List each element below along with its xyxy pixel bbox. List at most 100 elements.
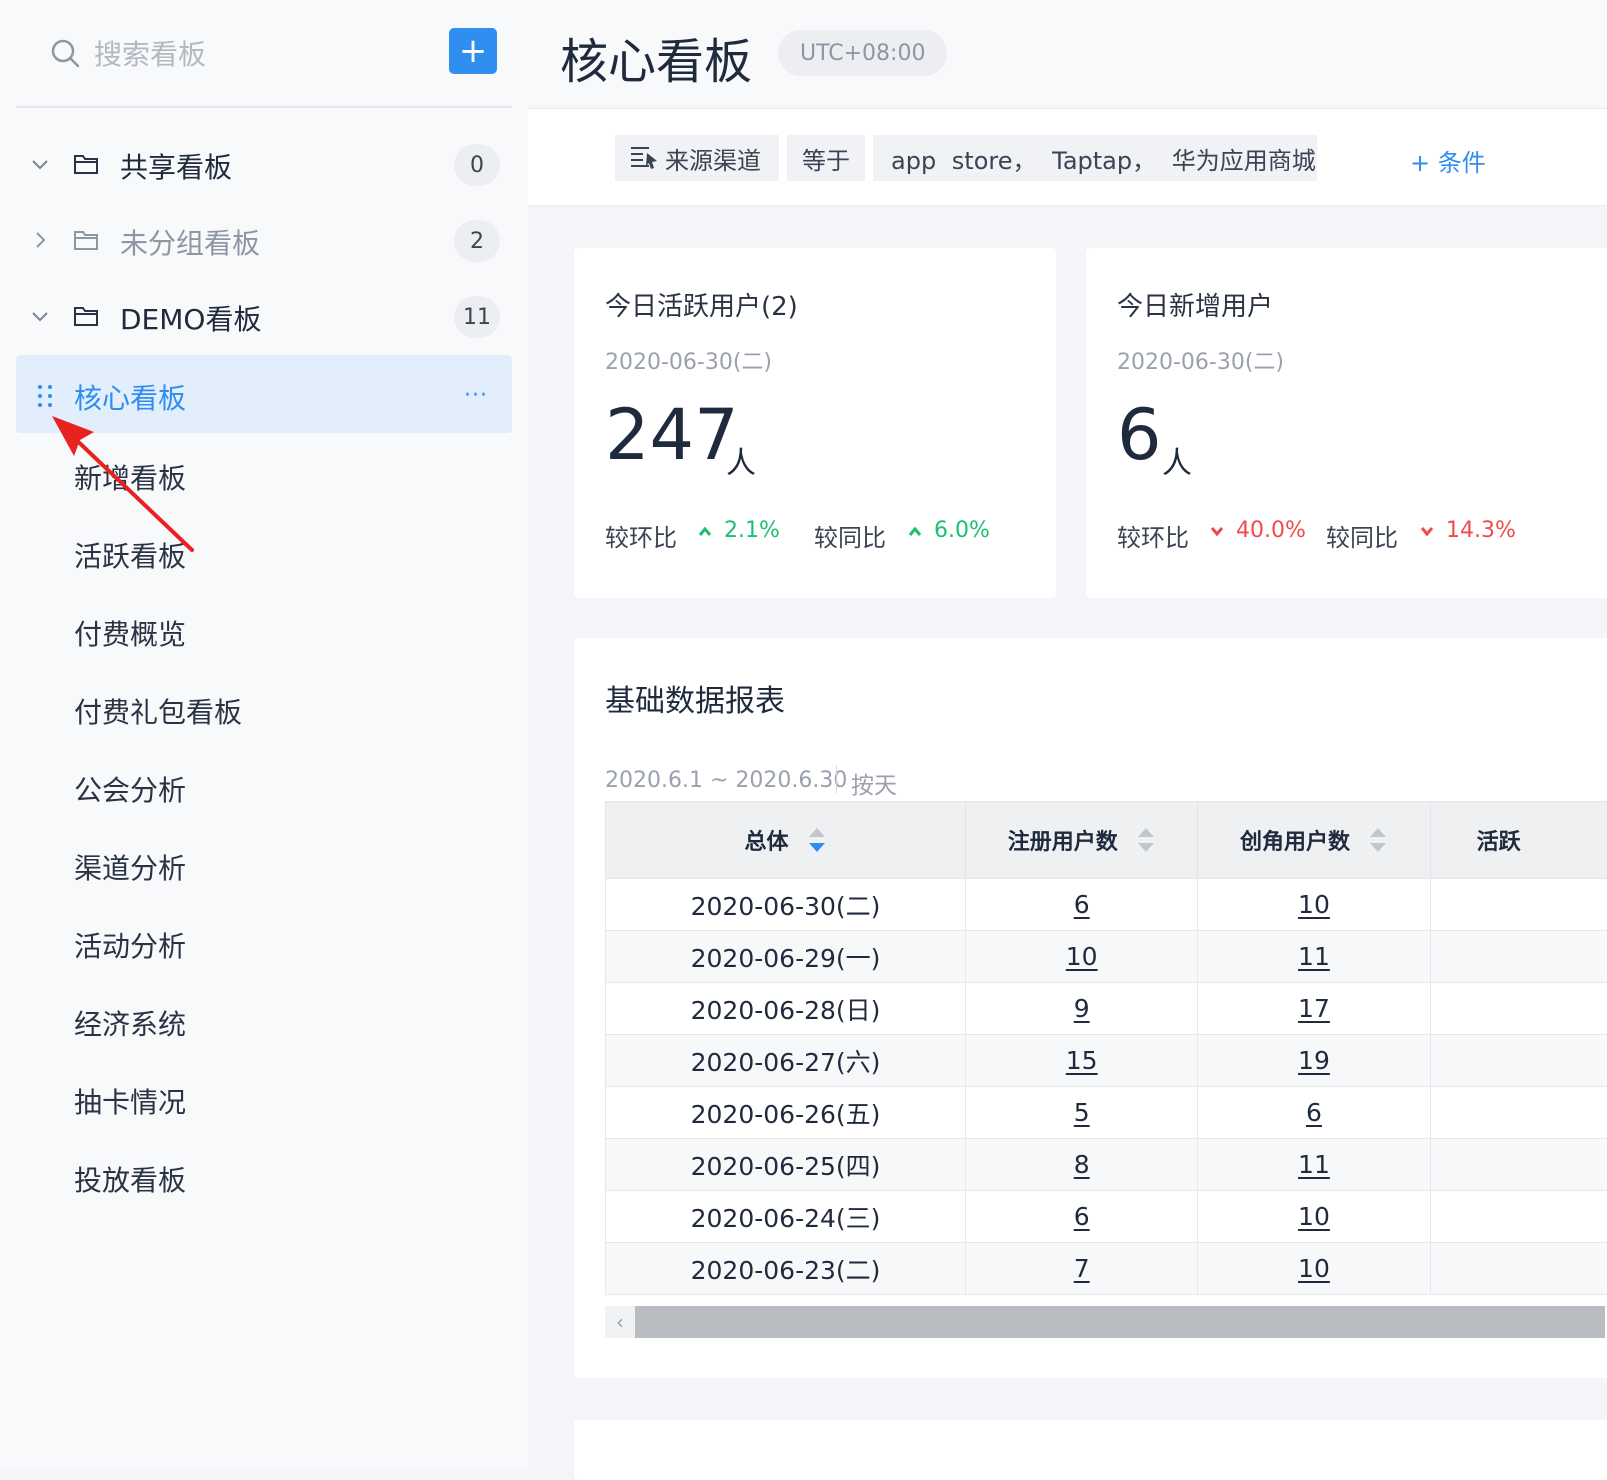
roles-link[interactable]: 11 [1298, 1150, 1330, 1179]
registered-cell: 7 [966, 1243, 1198, 1295]
sort-icon[interactable] [1368, 825, 1388, 855]
roles-link[interactable]: 10 [1298, 890, 1330, 919]
roles-cell: 11 [1198, 931, 1430, 983]
table-row: 2020-06-29(一) 10 11 [606, 931, 1607, 983]
column-header-total[interactable]: 总体 [606, 802, 966, 879]
date-cell: 2020-06-29(一) [606, 931, 966, 983]
mom-label: 较环比 [1117, 518, 1189, 553]
roles-link[interactable]: 17 [1298, 994, 1330, 1023]
scroll-left-icon[interactable]: ‹ [605, 1306, 635, 1338]
metric-unit: 人 [726, 438, 756, 482]
column-header-registered[interactable]: 注册用户数 [966, 802, 1198, 879]
registered-cell: 10 [966, 931, 1198, 983]
active-cell [1430, 1087, 1607, 1139]
divider [836, 765, 837, 793]
roles-link[interactable]: 10 [1298, 1254, 1330, 1283]
granularity-selector[interactable]: 按天 [851, 766, 897, 800]
chevron-down-icon[interactable] [28, 152, 52, 176]
group-label: DEMO看板 [120, 298, 261, 338]
add-board-button[interactable]: + [449, 28, 497, 74]
registered-link[interactable]: 15 [1066, 1046, 1098, 1075]
active-cell [1430, 931, 1607, 983]
date-cell: 2020-06-25(四) [606, 1139, 966, 1191]
table-row: 2020-06-27(六) 15 19 [606, 1035, 1607, 1087]
sidebar-item[interactable]: 活动分析 [74, 925, 186, 965]
registered-cell: 6 [966, 1191, 1198, 1243]
roles-cell: 10 [1198, 1243, 1430, 1295]
registered-link[interactable]: 6 [1074, 890, 1090, 919]
column-header-roles[interactable]: 创角用户数 [1198, 802, 1430, 879]
registered-cell: 8 [966, 1139, 1198, 1191]
registered-cell: 6 [966, 879, 1198, 931]
metric-title: 今日新增用户 [1117, 286, 1273, 323]
more-icon[interactable]: ··· [464, 383, 488, 408]
sort-icon[interactable] [1136, 825, 1156, 855]
roles-link[interactable]: 6 [1306, 1098, 1322, 1127]
registered-link[interactable]: 7 [1074, 1254, 1090, 1283]
sort-icon[interactable] [807, 825, 827, 855]
sidebar-item[interactable]: 抽卡情况 [74, 1081, 186, 1121]
date-cell: 2020-06-30(二) [606, 879, 966, 931]
active-cell [1430, 1243, 1607, 1295]
roles-cell: 10 [1198, 879, 1430, 931]
group-label: 未分组看板 [120, 222, 260, 262]
chevron-right-icon[interactable] [28, 228, 52, 252]
search-input[interactable] [92, 30, 426, 78]
drag-handle-icon[interactable] [36, 383, 54, 409]
column-header-active[interactable]: 活跃 [1430, 802, 1607, 879]
next-card [574, 1420, 1607, 1480]
filter-field-label: 来源渠道 [665, 141, 761, 176]
data-table: 总体 注册用户数 [605, 801, 1607, 1295]
sidebar-item[interactable]: 经济系统 [74, 1003, 186, 1043]
registered-link[interactable]: 10 [1066, 942, 1098, 971]
table-row: 2020-06-26(五) 5 6 [606, 1087, 1607, 1139]
date-cell: 2020-06-23(二) [606, 1243, 966, 1295]
count-badge: 0 [454, 144, 500, 186]
roles-cell: 17 [1198, 983, 1430, 1035]
data-report-card: 基础数据报表 2020.6.1 ~ 2020.6.30 按天 总体 注册用 [574, 638, 1607, 1378]
group-shared[interactable]: 共享看板 0 [16, 136, 512, 196]
column-header-label: 注册用户数 [1008, 824, 1118, 856]
page-title: 核心看板 [560, 22, 752, 92]
sidebar-item[interactable]: 公会分析 [74, 769, 186, 809]
count-badge: 2 [454, 220, 500, 262]
column-header-label: 创角用户数 [1240, 824, 1350, 856]
filter-field-chip[interactable]: 来源渠道 [615, 135, 779, 181]
sidebar-item[interactable]: 付费概览 [74, 613, 186, 653]
sidebar-item[interactable]: 投放看板 [74, 1159, 186, 1199]
roles-link[interactable]: 11 [1298, 942, 1330, 971]
group-ungrouped[interactable]: 未分组看板 2 [16, 212, 512, 272]
registered-link[interactable]: 9 [1074, 994, 1090, 1023]
table-row: 2020-06-24(三) 6 10 [606, 1191, 1607, 1243]
registered-link[interactable]: 8 [1074, 1150, 1090, 1179]
yoy-label: 较同比 [814, 518, 886, 553]
trend-up-icon [908, 525, 922, 537]
metric-value: 6 [1117, 400, 1162, 470]
scrollbar-thumb[interactable] [635, 1306, 1605, 1338]
filter-values-chip[interactable]: app store， Taptap， 华为应用商城 [873, 135, 1317, 181]
registered-link[interactable]: 5 [1074, 1098, 1090, 1127]
sidebar-item[interactable]: 渠道分析 [74, 847, 186, 887]
group-demo[interactable]: DEMO看板 11 [16, 288, 512, 348]
date-range[interactable]: 2020.6.1 ~ 2020.6.30 [605, 768, 847, 793]
roles-link[interactable]: 10 [1298, 1202, 1330, 1231]
filter-operator-chip[interactable]: 等于 [787, 135, 865, 181]
sidebar-item[interactable]: 付费礼包看板 [74, 691, 242, 731]
trend-down-icon [1420, 525, 1434, 537]
metric-unit: 人 [1162, 438, 1192, 482]
date-cell: 2020-06-26(五) [606, 1087, 966, 1139]
add-condition-button[interactable]: + 条件 [1410, 143, 1486, 178]
roles-link[interactable]: 19 [1298, 1046, 1330, 1075]
roles-cell: 11 [1198, 1139, 1430, 1191]
chevron-down-icon[interactable] [28, 304, 52, 328]
date-cell: 2020-06-28(日) [606, 983, 966, 1035]
registered-link[interactable]: 6 [1074, 1202, 1090, 1231]
horizontal-scrollbar[interactable]: ‹ [605, 1306, 1605, 1338]
metric-card-new-users: 今日新增用户 2020-06-30(二) 6 人 较环比 40.0% 较同比 1… [1086, 248, 1607, 598]
metric-date: 2020-06-30(二) [1117, 344, 1284, 376]
mom-value: 2.1% [698, 518, 780, 543]
report-title: 基础数据报表 [605, 676, 785, 720]
folder-open-icon [72, 150, 100, 178]
registered-cell: 9 [966, 983, 1198, 1035]
timezone-badge[interactable]: UTC+08:00 [778, 30, 947, 76]
